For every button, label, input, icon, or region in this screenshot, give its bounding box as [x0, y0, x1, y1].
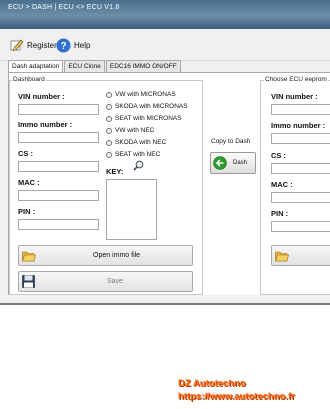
dash-button[interactable]: Dash — [210, 152, 256, 174]
right-vin-label: VIN number : — [271, 92, 318, 101]
tab-edc16-immo[interactable]: EDC16 IMMO ON/OFF — [105, 60, 181, 72]
copy-to-dash-label: Copy to Dash — [211, 138, 251, 145]
menu-bar: Register ? Help — [0, 29, 330, 61]
right-pin-field[interactable] — [271, 221, 330, 232]
pin-field[interactable] — [18, 219, 99, 230]
open-immo-file-button[interactable]: Open immo file — [18, 245, 193, 266]
register-label: Register — [27, 40, 57, 50]
help-label: Help — [74, 40, 91, 50]
dashboard-group: Dashboard VIN number : Immo number : CS … — [9, 76, 203, 295]
mac-label: MAC : — [18, 178, 40, 187]
right-mac-field[interactable] — [271, 192, 330, 203]
save-button[interactable]: Save — [18, 271, 193, 292]
key-label: KEY: — [106, 167, 124, 176]
radio-skoda-micronas[interactable]: SKODA with MICRONAS — [106, 103, 188, 110]
pencil-icon — [10, 39, 24, 51]
dash-adaptation-panel: Dashboard VIN number : Immo number : CS … — [8, 72, 330, 295]
floppy-disk-icon — [22, 275, 35, 288]
immo-field[interactable] — [18, 132, 99, 143]
folder-icon — [22, 251, 36, 262]
app-window: ECU > DASH | ECU <> ECU V1.8 Register ? … — [0, 0, 330, 305]
right-cs-label: CS : — [271, 151, 286, 160]
key-box — [106, 179, 157, 240]
tab-strip: Dash adaptation ECU Clone EDC16 IMMO ON/… — [8, 60, 182, 73]
pin-label: PIN : — [18, 207, 36, 216]
right-vin-field[interactable] — [271, 104, 330, 115]
right-immo-field[interactable] — [271, 133, 330, 144]
folder-icon — [275, 251, 289, 262]
watermark-name: DZ Autotechno — [178, 378, 246, 389]
tab-ecu-clone[interactable]: ECU Clone — [64, 60, 105, 72]
dash-button-label: Dash — [233, 160, 248, 166]
vin-field[interactable] — [18, 104, 99, 115]
help-icon: ? — [56, 38, 71, 52]
window-title: ECU > DASH | ECU <> ECU V1.8 — [8, 4, 120, 11]
save-label: Save — [107, 278, 123, 285]
immo-label: Immo number : — [18, 120, 73, 129]
open-ecu-file-button[interactable] — [271, 245, 330, 266]
register-button[interactable]: Register — [10, 37, 57, 53]
svg-text:?: ? — [60, 41, 66, 52]
ecu-eeprom-group-title: Choose ECU eeprom — [264, 76, 328, 83]
right-immo-label: Immo number : — [271, 121, 326, 130]
dashboard-group-title: Dashboard — [12, 76, 46, 83]
vin-label: VIN number : — [18, 92, 65, 101]
cs-field[interactable] — [18, 161, 99, 172]
help-button[interactable]: ? Help — [56, 37, 90, 53]
mac-field[interactable] — [18, 190, 99, 201]
radio-vw-nec[interactable]: VW with NEC — [106, 127, 154, 134]
radio-skoda-nec[interactable]: SKODA with NEC — [106, 139, 166, 146]
ecu-eeprom-group: Choose ECU eeprom VIN number : Immo numb… — [260, 76, 330, 295]
watermark-url: https://www.autotechno.fr — [178, 391, 295, 402]
right-mac-label: MAC : — [271, 180, 293, 189]
title-bar: ECU > DASH | ECU <> ECU V1.8 — [0, 0, 330, 29]
radio-seat-micronas[interactable]: SEAT with MICRONAS — [106, 115, 182, 122]
open-immo-file-label: Open immo file — [93, 252, 141, 259]
cs-label: CS : — [18, 149, 33, 158]
right-pin-label: PIN : — [271, 209, 289, 218]
radio-vw-micronas[interactable]: VW with MICRONAS — [106, 91, 176, 98]
right-cs-field[interactable] — [271, 163, 330, 174]
arrow-left-icon — [213, 156, 227, 170]
search-key-icon[interactable] — [133, 160, 144, 171]
radio-seat-nec[interactable]: SEAT with NEC — [106, 151, 160, 158]
